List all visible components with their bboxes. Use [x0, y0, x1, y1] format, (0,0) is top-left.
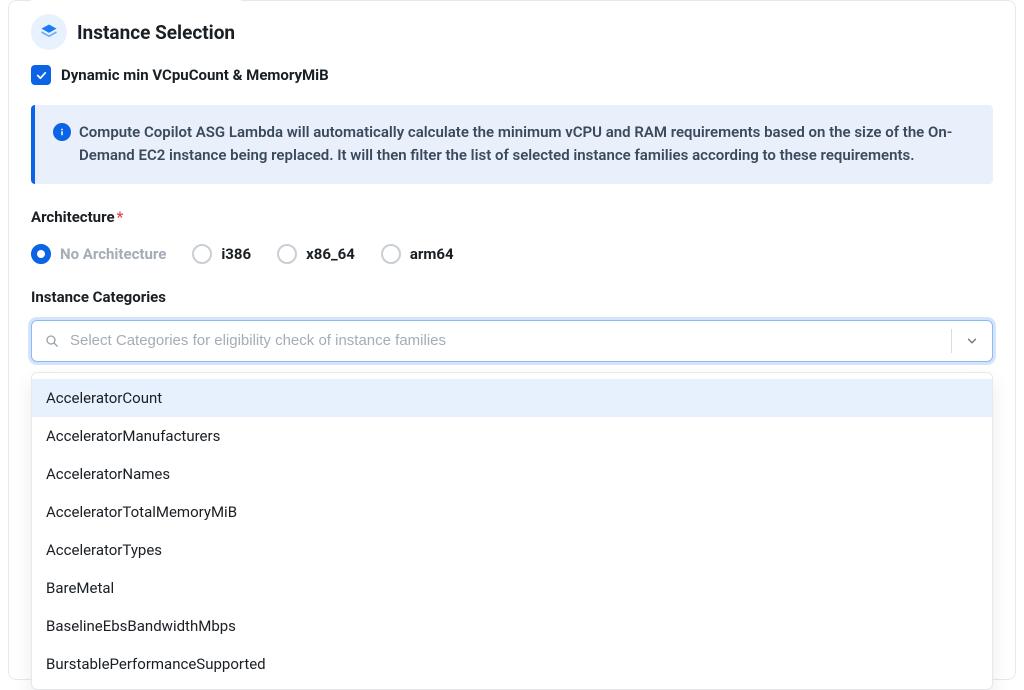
- radio-indicator: [277, 244, 297, 264]
- info-icon: [53, 123, 71, 141]
- required-indicator: *: [117, 208, 124, 226]
- categories-combobox-wrap: AcceleratorCount AcceleratorManufacturer…: [31, 320, 993, 362]
- panel-title: Instance Selection: [77, 21, 235, 44]
- chevron-down-icon: [965, 334, 979, 348]
- radio-label: i386: [221, 245, 251, 263]
- categories-label: Instance Categories: [31, 288, 993, 306]
- radio-i386[interactable]: i386: [192, 244, 251, 264]
- architecture-label: Architecture*: [31, 208, 993, 226]
- radio-indicator: [381, 244, 401, 264]
- dynamic-toggle-checkbox[interactable]: [31, 65, 51, 85]
- radio-label: arm64: [410, 245, 454, 263]
- categories-dropdown: AcceleratorCount AcceleratorManufacturer…: [31, 372, 993, 690]
- radio-label: x86_64: [306, 245, 355, 263]
- radio-arm64[interactable]: arm64: [381, 244, 454, 264]
- radio-indicator: [31, 244, 51, 264]
- categories-search-input[interactable]: [70, 321, 951, 361]
- dropdown-option[interactable]: AcceleratorNames: [32, 455, 992, 493]
- architecture-label-text: Architecture: [31, 208, 115, 226]
- architecture-radio-group: No Architecture i386 x86_64 arm64: [31, 244, 993, 264]
- search-icon: [32, 321, 70, 361]
- dropdown-option[interactable]: AcceleratorTotalMemoryMiB: [32, 493, 992, 531]
- dynamic-toggle-row: Dynamic min VCpuCount & MemoryMiB: [31, 65, 993, 85]
- check-icon: [35, 69, 48, 82]
- dropdown-option[interactable]: AcceleratorManufacturers: [32, 417, 992, 455]
- categories-combobox[interactable]: [31, 320, 993, 362]
- dropdown-option[interactable]: BareMetal: [32, 569, 992, 607]
- info-banner-text: Compute Copilot ASG Lambda will automati…: [79, 121, 975, 168]
- dropdown-option[interactable]: AcceleratorCount: [32, 379, 992, 417]
- layers-icon: [31, 14, 67, 50]
- panel-header: Instance Selection: [31, 0, 241, 50]
- radio-x86-64[interactable]: x86_64: [277, 244, 355, 264]
- info-banner: Compute Copilot ASG Lambda will automati…: [31, 105, 993, 184]
- combobox-toggle[interactable]: [952, 321, 992, 361]
- radio-no-architecture[interactable]: No Architecture: [31, 244, 166, 264]
- dropdown-option[interactable]: AcceleratorTypes: [32, 531, 992, 569]
- instance-selection-panel: Instance Selection Dynamic min VCpuCount…: [8, 0, 1016, 680]
- radio-indicator: [192, 244, 212, 264]
- radio-label: No Architecture: [60, 245, 166, 263]
- dropdown-option[interactable]: BurstablePerformanceSupported: [32, 645, 992, 683]
- dynamic-toggle-label: Dynamic min VCpuCount & MemoryMiB: [61, 66, 329, 84]
- dropdown-option[interactable]: BaselineEbsBandwidthMbps: [32, 607, 992, 645]
